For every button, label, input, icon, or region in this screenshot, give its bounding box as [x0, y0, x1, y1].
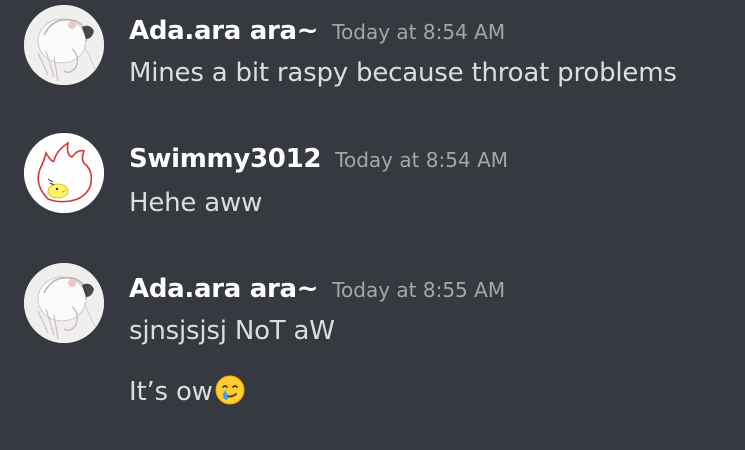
- chat-messages: Ada.ara ara~ Today at 8:54 AM Mines a bit…: [0, 0, 745, 450]
- message-text: sjnsjsjsj NoT aW: [129, 316, 335, 346]
- username[interactable]: Ada.ara ara~: [129, 274, 319, 304]
- message-header: Swimmy3012 Today at 8:54 AM: [129, 146, 508, 172]
- anime-sketch-avatar-icon: [24, 263, 104, 343]
- message-header: Ada.ara ara~ Today at 8:55 AM: [129, 276, 505, 302]
- message-line: It’s ow: [129, 377, 213, 407]
- timestamp: Today at 8:54 AM: [335, 148, 509, 172]
- username[interactable]: Swimmy3012: [129, 144, 321, 174]
- username[interactable]: Ada.ara ara~: [129, 16, 319, 46]
- timestamp: Today at 8:55 AM: [332, 278, 506, 302]
- user-avatar[interactable]: [24, 263, 104, 343]
- user-avatar[interactable]: [24, 5, 104, 85]
- message-text: Mines a bit raspy because throat problem…: [129, 58, 677, 88]
- message-header: Ada.ara ara~ Today at 8:54 AM: [129, 18, 505, 44]
- message-text: It’s ow: [129, 374, 246, 411]
- user-avatar[interactable]: [24, 133, 104, 213]
- message-text: Hehe aww: [129, 188, 263, 218]
- anime-sketch-avatar-icon: [24, 5, 104, 85]
- timestamp: Today at 8:54 AM: [332, 20, 506, 44]
- flame-chick-avatar-icon: [24, 133, 104, 213]
- smiling-face-with-tear-icon: [214, 374, 246, 411]
